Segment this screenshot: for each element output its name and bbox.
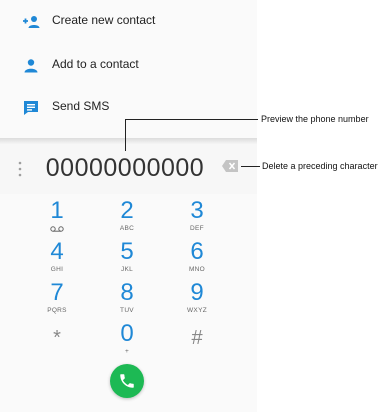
phone-number-display[interactable]: 00000000000 (30, 154, 220, 183)
dial-keypad: 1 2 ABC 3 DEF 4 GHI 5 JKL 6 MNO 7 PQRS 8… (0, 194, 257, 364)
call-button[interactable] (110, 364, 144, 398)
preview-annotation: Preview the phone number (261, 114, 369, 124)
key-hash[interactable]: # (167, 321, 227, 365)
delete-callout-line (241, 166, 260, 167)
number-entry-row: 00000000000 (0, 144, 257, 194)
backspace-icon[interactable] (222, 160, 238, 172)
more-vert-icon[interactable] (18, 161, 22, 177)
key-digit: 4 (50, 238, 64, 265)
delete-annotation: Delete a preceding character (262, 161, 378, 171)
dialer-screen: Create new contact Add to a contact Send… (0, 0, 257, 412)
send-sms-item[interactable]: Send SMS (0, 88, 257, 128)
key-digit: 8 (120, 279, 134, 306)
key-letters: PQRS (47, 307, 67, 314)
key-letters: TUV (120, 307, 134, 314)
key-digit: 1 (50, 197, 64, 224)
key-1[interactable]: 1 (27, 198, 87, 242)
key-letters: JKL (120, 266, 134, 273)
add-to-contact-label: Add to a contact (52, 57, 139, 71)
key-digit: 5 (120, 238, 134, 265)
key-letters: WXYZ (187, 307, 207, 314)
preview-callout-vertical (125, 119, 126, 151)
key-8[interactable]: 8 TUV (97, 280, 157, 324)
key-4[interactable]: 4 GHI (27, 239, 87, 283)
key-letters: MNO (188, 266, 206, 273)
key-0[interactable]: 0 + (97, 321, 157, 365)
key-letters: GHI (50, 266, 64, 273)
create-new-contact-item[interactable]: Create new contact (0, 2, 257, 42)
key-letters: ABC (119, 225, 135, 232)
key-6[interactable]: 6 MNO (167, 239, 227, 283)
key-digit: 2 (120, 197, 134, 224)
key-digit: * (53, 327, 61, 349)
key-digit: 9 (190, 279, 204, 306)
key-2[interactable]: 2 ABC (97, 198, 157, 242)
phone-icon (120, 374, 134, 388)
add-to-contact-item[interactable]: Add to a contact (0, 46, 257, 86)
sms-icon (24, 101, 38, 115)
key-star[interactable]: * (27, 321, 87, 365)
key-digit: 7 (50, 279, 64, 306)
key-9[interactable]: 9 WXYZ (167, 280, 227, 324)
key-digit: 3 (190, 197, 204, 224)
add-person-icon (23, 16, 40, 28)
create-new-contact-label: Create new contact (52, 13, 156, 27)
key-3[interactable]: 3 DEF (167, 198, 227, 242)
key-letters: DEF (190, 225, 204, 232)
send-sms-label: Send SMS (52, 99, 110, 113)
key-digit: # (191, 327, 203, 349)
key-letters: + (124, 348, 130, 355)
key-7[interactable]: 7 PQRS (27, 280, 87, 324)
voicemail-icon (50, 226, 64, 232)
key-digit: 0 (120, 320, 134, 347)
key-5[interactable]: 5 JKL (97, 239, 157, 283)
preview-callout-horizontal (125, 119, 258, 120)
person-icon (24, 59, 38, 73)
key-digit: 6 (190, 238, 204, 265)
